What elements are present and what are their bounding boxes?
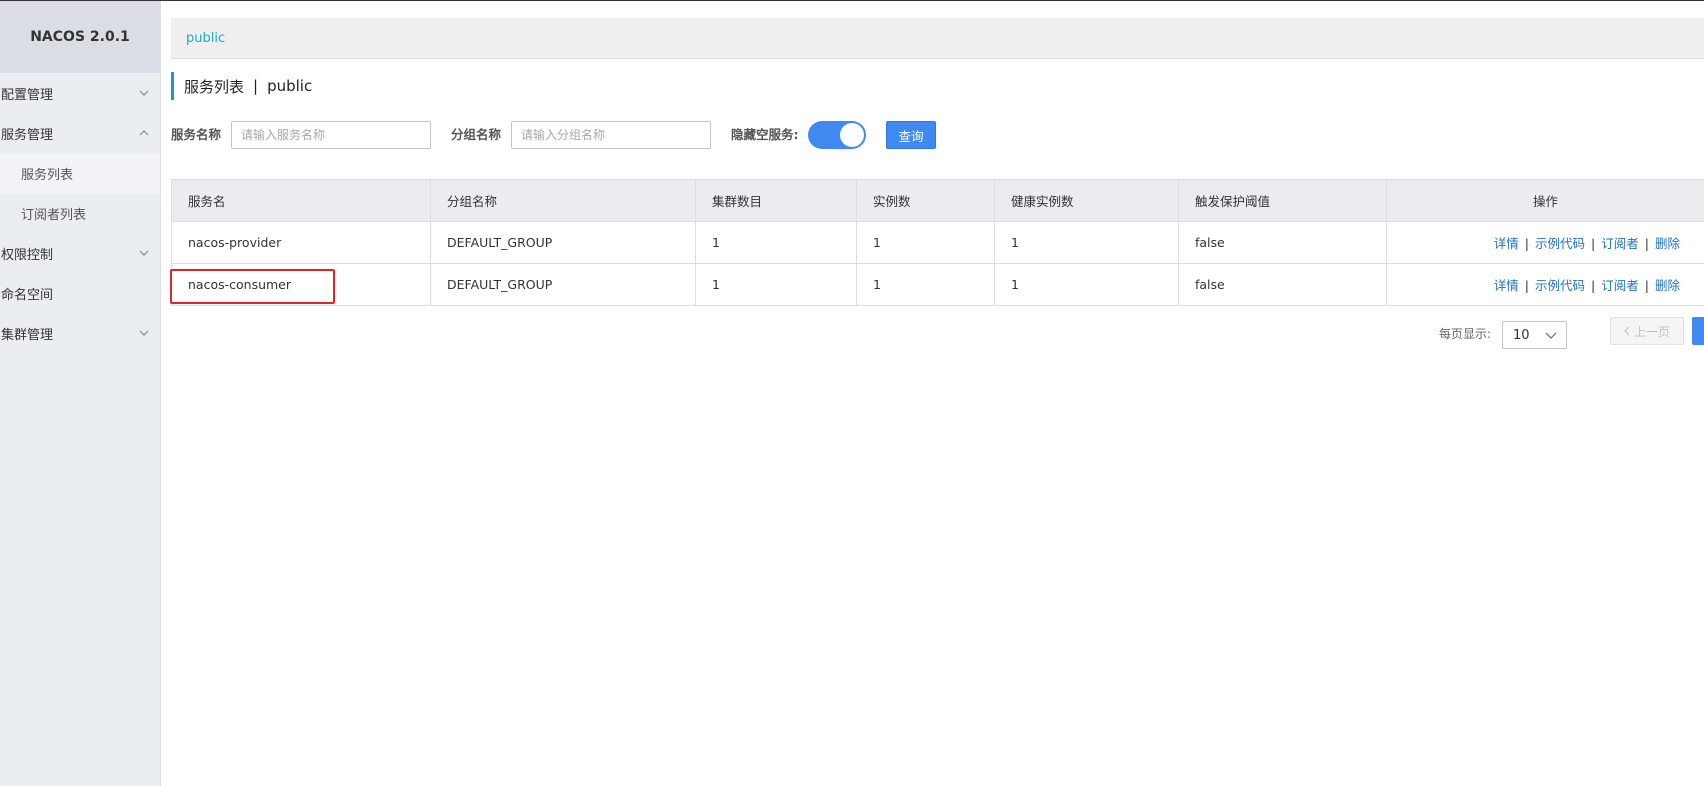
cell-threshold: false xyxy=(1178,263,1387,306)
page-size-label: 每页显示: xyxy=(1439,327,1492,341)
sidebar-item-service-list[interactable]: 服务列表 xyxy=(0,153,160,193)
sample-code-link[interactable]: 示例代码 xyxy=(1535,236,1585,251)
cell-service: nacos-provider xyxy=(171,221,431,264)
column-header-ops: 操作 xyxy=(1386,179,1704,222)
sidebar-item-namespace[interactable]: 命名空间 xyxy=(0,273,160,313)
delete-link[interactable]: 删除 xyxy=(1655,278,1680,293)
service-name-label: 服务名称 xyxy=(171,127,222,142)
page-size-select[interactable]: 10 xyxy=(1502,321,1567,349)
op-separator: | xyxy=(1591,278,1596,293)
sidebar: NACOS 2.0.1 配置管理 服务管理 服务列表 订阅者列表 权限控制 命名… xyxy=(0,1,161,786)
table-header-row: 服务名 分组名称 集群数目 实例数 健康实例数 触发保护阈值 操作 xyxy=(171,179,1704,222)
chevron-up-icon xyxy=(138,127,150,139)
hide-empty-label: 隐藏空服务: xyxy=(731,127,799,142)
cell-group: DEFAULT_GROUP xyxy=(430,221,696,264)
chevron-down-icon xyxy=(138,87,150,99)
sidebar-item-cluster-management[interactable]: 集群管理 xyxy=(0,313,160,353)
brand-title: NACOS 2.0.1 xyxy=(0,1,160,73)
prev-page-button[interactable]: 上一页 xyxy=(1610,317,1684,345)
cell-instances: 1 xyxy=(856,221,995,264)
cell-threshold: false xyxy=(1178,221,1387,264)
sidebar-item-label: 权限控制 xyxy=(1,247,54,263)
chevron-down-icon xyxy=(138,327,150,339)
cell-service: nacos-consumer xyxy=(171,263,431,306)
main-content: public 服务列表 | public 服务名称 分组名称 隐藏空服务: 查询… xyxy=(170,1,1704,786)
page-title-text: 服务列表 xyxy=(184,77,245,96)
op-separator: | xyxy=(1591,236,1596,251)
chevron-down-icon xyxy=(138,247,150,259)
cell-healthy: 1 xyxy=(994,263,1179,306)
page-title: 服务列表 | public xyxy=(171,72,312,100)
toggle-knob xyxy=(840,123,864,147)
filter-row: 服务名称 分组名称 隐藏空服务: 查询 xyxy=(171,121,1704,149)
sidebar-item-access-control[interactable]: 权限控制 xyxy=(0,233,160,273)
detail-link[interactable]: 详情 xyxy=(1494,278,1519,293)
sidebar-item-label: 服务列表 xyxy=(21,167,74,183)
page-title-namespace: public xyxy=(267,77,313,95)
subscribers-link[interactable]: 订阅者 xyxy=(1601,236,1639,251)
cell-clusters: 1 xyxy=(695,221,857,264)
op-separator: | xyxy=(1524,278,1530,293)
column-header-healthy: 健康实例数 xyxy=(994,179,1179,222)
op-separator: | xyxy=(1524,236,1530,251)
op-separator: | xyxy=(1644,278,1649,293)
cell-clusters: 1 xyxy=(695,263,857,306)
column-header-service: 服务名 xyxy=(171,179,431,222)
cell-ops: 详情 | 示例代码 | 订阅者 | 删除 xyxy=(1386,221,1704,264)
page-size-value: 10 xyxy=(1513,327,1530,343)
namespace-tab-public[interactable]: public xyxy=(186,31,225,46)
detail-link[interactable]: 详情 xyxy=(1494,236,1519,251)
cell-ops: 详情 | 示例代码 | 订阅者 | 删除 xyxy=(1386,263,1704,306)
column-header-group: 分组名称 xyxy=(430,179,696,222)
cell-group: DEFAULT_GROUP xyxy=(430,263,696,306)
column-header-threshold: 触发保护阈值 xyxy=(1178,179,1387,222)
delete-link[interactable]: 删除 xyxy=(1655,236,1680,251)
cell-instances: 1 xyxy=(856,263,995,306)
column-header-clusters: 集群数目 xyxy=(695,179,857,222)
query-button[interactable]: 查询 xyxy=(886,121,936,149)
service-table: 服务名 分组名称 集群数目 实例数 健康实例数 触发保护阈值 操作 nacos-… xyxy=(171,179,1704,306)
chevron-down-icon xyxy=(1545,328,1557,343)
namespace-bar: public xyxy=(171,18,1704,59)
cell-healthy: 1 xyxy=(994,221,1179,264)
chevron-left-icon xyxy=(1624,326,1630,336)
sidebar-item-label: 命名空间 xyxy=(1,287,54,303)
op-separator: | xyxy=(1644,236,1649,251)
sidebar-item-service-management[interactable]: 服务管理 xyxy=(0,113,160,153)
page-button-active[interactable] xyxy=(1692,317,1704,345)
group-name-label: 分组名称 xyxy=(451,127,502,142)
table-row: nacos-consumer DEFAULT_GROUP 1 1 1 false… xyxy=(171,263,1704,306)
service-name-input[interactable] xyxy=(231,121,431,149)
prev-page-label: 上一页 xyxy=(1633,324,1670,339)
page-title-separator: | xyxy=(253,77,259,95)
column-header-instances: 实例数 xyxy=(856,179,995,222)
table-row: nacos-provider DEFAULT_GROUP 1 1 1 false… xyxy=(171,221,1704,264)
sidebar-item-label: 订阅者列表 xyxy=(21,207,87,223)
sidebar-item-label: 集群管理 xyxy=(1,327,54,343)
group-name-input[interactable] xyxy=(511,121,711,149)
sample-code-link[interactable]: 示例代码 xyxy=(1535,278,1585,293)
sidebar-nav: 配置管理 服务管理 服务列表 订阅者列表 权限控制 命名空间 集群管理 xyxy=(0,73,160,353)
sidebar-item-label: 配置管理 xyxy=(1,87,54,103)
hide-empty-toggle[interactable] xyxy=(808,121,866,149)
sidebar-item-subscriber-list[interactable]: 订阅者列表 xyxy=(0,193,160,233)
subscribers-link[interactable]: 订阅者 xyxy=(1601,278,1639,293)
sidebar-item-config-management[interactable]: 配置管理 xyxy=(0,73,160,113)
sidebar-item-label: 服务管理 xyxy=(1,127,54,143)
